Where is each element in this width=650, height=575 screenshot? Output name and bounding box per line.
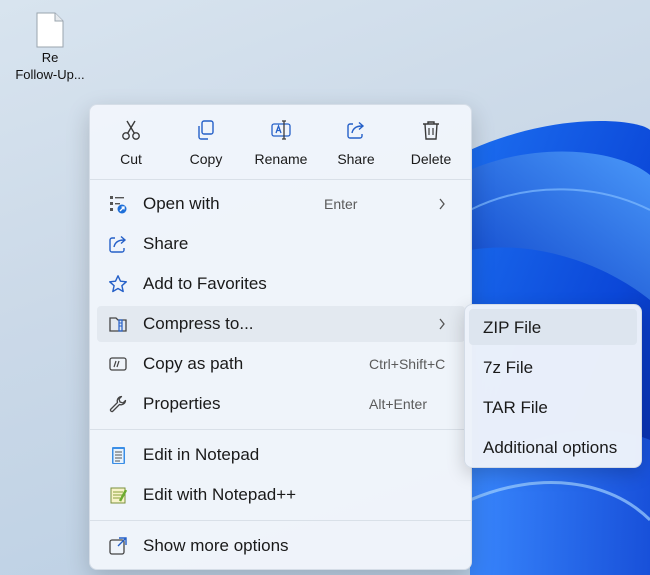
- cut-button[interactable]: Cut: [94, 115, 168, 177]
- menu-separator: [90, 520, 471, 521]
- submenu-item-tar-file[interactable]: TAR File: [469, 389, 637, 425]
- star-icon: [109, 275, 127, 293]
- chevron-right-icon: [439, 318, 445, 330]
- submenu-item-7z-file[interactable]: 7z File: [469, 349, 637, 385]
- open-with-icon: [110, 196, 127, 214]
- menu-item-properties[interactable]: Properties Alt+Enter: [97, 386, 465, 422]
- submenu-item-zip-file[interactable]: ZIP File: [469, 309, 637, 345]
- menu-item-label: Edit with Notepad++: [143, 485, 297, 504]
- scissors-icon: [122, 120, 140, 140]
- show-more-icon: [109, 537, 127, 555]
- menu-item-edit-with-notepad-plus-plus[interactable]: Edit with Notepad++: [97, 477, 465, 513]
- menu-item-label: Compress to...: [143, 314, 254, 333]
- submenu-item-label: ZIP File: [483, 318, 542, 337]
- menu-item-accelerator: Alt+Enter: [369, 396, 427, 412]
- menu-item-compress-to[interactable]: Compress to...: [97, 306, 465, 342]
- chevron-right-icon: [439, 198, 445, 210]
- rename-icon: [271, 120, 291, 140]
- menu-item-label: Show more options: [143, 536, 289, 555]
- wrench-icon: [109, 395, 127, 413]
- menu-item-label: Edit in Notepad: [143, 445, 260, 464]
- copy-path-icon: [109, 357, 127, 371]
- notepad-plus-plus-icon: [110, 487, 128, 504]
- zip-folder-icon: [109, 317, 127, 332]
- menu-separator: [90, 429, 471, 430]
- compress-submenu: ZIP File 7z File TAR File Additional opt…: [464, 304, 642, 468]
- menu-item-edit-in-notepad[interactable]: Edit in Notepad: [97, 437, 465, 473]
- copy-button[interactable]: Copy: [169, 115, 243, 177]
- menu-item-add-to-favorites[interactable]: Add to Favorites: [97, 266, 465, 302]
- menu-item-label: Properties: [143, 394, 221, 413]
- menu-item-label: Copy as path: [143, 354, 244, 373]
- menu-item-label: Open with: [143, 194, 220, 213]
- share-icon: [109, 235, 127, 253]
- menu-item-accelerator: Ctrl+Shift+C: [369, 356, 446, 372]
- desktop-file-icon[interactable]: Re Follow-Up...: [6, 12, 94, 82]
- cut-label: Cut: [120, 151, 142, 167]
- menu-item-accelerator: Enter: [324, 196, 358, 212]
- submenu-item-additional-options[interactable]: Additional options: [469, 429, 637, 465]
- menu-item-label: Add to Favorites: [143, 274, 267, 293]
- share-quick-label: Share: [337, 151, 375, 167]
- copy-label: Copy: [189, 151, 223, 167]
- file-icon: [36, 12, 64, 48]
- menu-item-copy-as-path[interactable]: Copy as path Ctrl+Shift+C: [97, 346, 465, 382]
- submenu-item-label: TAR File: [483, 398, 548, 417]
- submenu-item-label: 7z File: [483, 358, 534, 377]
- copy-icon: [198, 120, 214, 140]
- share-quick-button[interactable]: Share: [319, 115, 393, 177]
- rename-label: Rename: [254, 151, 308, 167]
- trash-icon: [423, 121, 439, 140]
- menu-item-open-with[interactable]: Open with Enter: [97, 186, 465, 222]
- quick-actions-bar: Cut Copy Rename Share Delete: [90, 105, 471, 179]
- desktop-file-label-line2: Follow-Up...: [15, 67, 85, 82]
- menu-item-show-more-options[interactable]: Show more options: [97, 528, 465, 564]
- rename-button[interactable]: Rename: [244, 115, 318, 177]
- menu-item-share[interactable]: Share: [97, 226, 465, 262]
- menu-separator: [90, 179, 471, 180]
- context-menu: Cut Copy Rename Share Delete Open with E…: [89, 104, 472, 570]
- delete-button[interactable]: Delete: [394, 115, 468, 177]
- share-icon: [347, 121, 365, 139]
- menu-item-label: Share: [143, 234, 189, 253]
- notepad-icon: [112, 447, 125, 464]
- desktop-file-label-line1: Re: [41, 50, 59, 65]
- delete-label: Delete: [410, 151, 452, 167]
- submenu-item-label: Additional options: [483, 438, 618, 457]
